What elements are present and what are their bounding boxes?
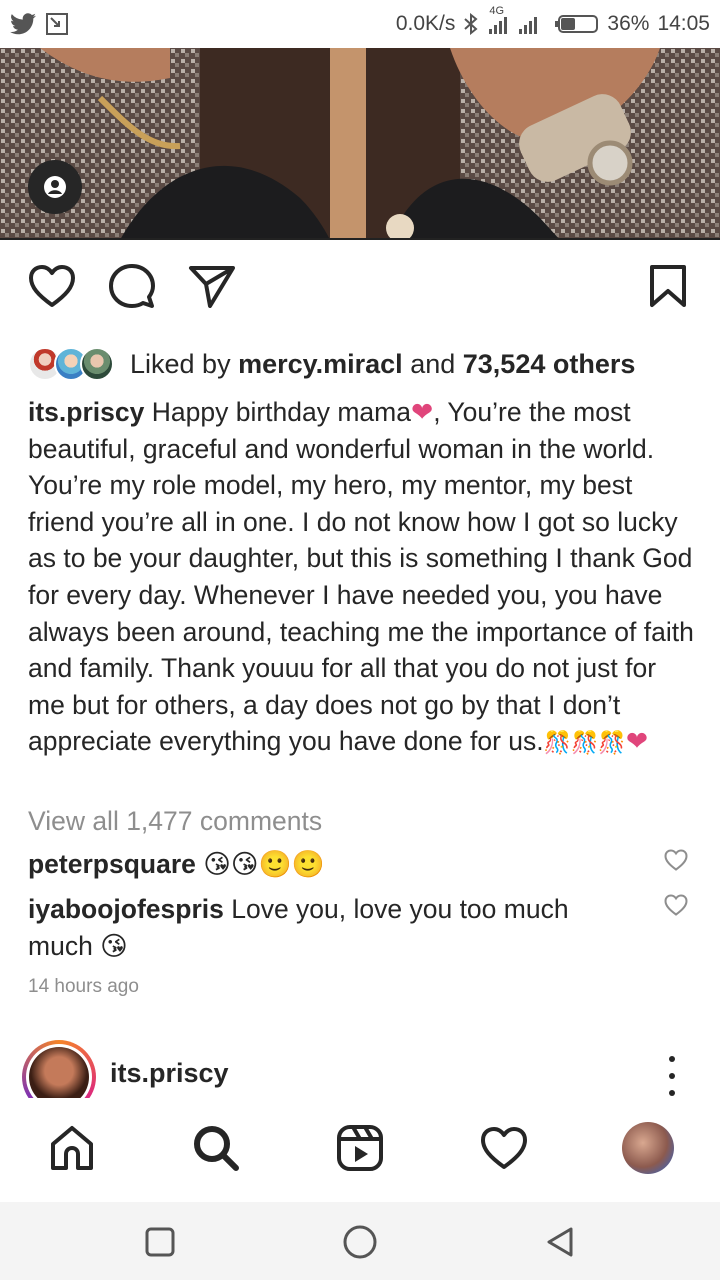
- avatar: [80, 347, 114, 381]
- heart-emoji: ❤: [410, 397, 434, 427]
- dot: [669, 1073, 675, 1079]
- comment-text: 😘😘🙂🙂: [195, 849, 325, 879]
- screenshot-icon: [46, 13, 68, 35]
- post-caption: its.priscy Happy birthday mama❤, You’re …: [28, 394, 698, 762]
- dot: [669, 1056, 675, 1062]
- bottom-navigation: [0, 1098, 720, 1202]
- bookmark-icon: [650, 265, 686, 307]
- reels-icon: [337, 1125, 383, 1171]
- reels-tab[interactable]: [334, 1122, 386, 1174]
- save-button[interactable]: [644, 262, 692, 310]
- tagged-users-button[interactable]: [28, 160, 82, 214]
- comment-item: iyaboojofespris Love you, love you too m…: [28, 891, 628, 964]
- system-navigation-bar: [0, 1202, 720, 1280]
- caption-text: I do not know how I got so lucky as to b…: [28, 506, 694, 757]
- avatar: [622, 1122, 674, 1174]
- heart-icon: [481, 1127, 527, 1169]
- next-post-header: its.priscy: [0, 1036, 720, 1098]
- battery-level: 36%: [607, 12, 650, 35]
- send-icon: [189, 266, 235, 308]
- post-photo: [0, 48, 720, 238]
- bluetooth-icon: [463, 13, 479, 35]
- home-button[interactable]: [342, 1224, 378, 1260]
- likes-summary[interactable]: Liked by mercy.miracl and 73,524 others: [28, 344, 635, 384]
- comment-like-button[interactable]: [662, 891, 690, 919]
- search-tab[interactable]: [190, 1122, 242, 1174]
- post-image[interactable]: [0, 48, 720, 240]
- comment-button[interactable]: [108, 262, 156, 310]
- battery-icon: [555, 13, 599, 35]
- activity-tab[interactable]: [478, 1122, 530, 1174]
- likes-prefix: Liked by: [130, 348, 239, 379]
- status-bar: 0.0K/s 4G 36% 14:05: [0, 0, 720, 48]
- caption-username[interactable]: its.priscy: [28, 397, 144, 427]
- comment-like-button[interactable]: [662, 846, 690, 874]
- twitter-icon: [10, 13, 36, 35]
- triangle-back-icon: [547, 1227, 573, 1257]
- user-icon: [44, 176, 66, 198]
- square-icon: [145, 1227, 175, 1257]
- back-button[interactable]: [542, 1224, 578, 1260]
- likes-count[interactable]: 73,524 others: [463, 349, 636, 380]
- more-options-icon[interactable]: [660, 1056, 684, 1096]
- search-icon: [194, 1126, 239, 1171]
- heart-emoji: ❤: [625, 726, 649, 757]
- heart-icon: [664, 849, 688, 871]
- like-button[interactable]: [28, 262, 76, 310]
- home-tab[interactable]: [46, 1122, 98, 1174]
- comment-username[interactable]: iyaboojofespris: [28, 894, 224, 924]
- clock: 14:05: [657, 12, 710, 35]
- confetti-emoji: 🎊🎊🎊: [543, 730, 626, 756]
- net-speed: 0.0K/s: [395, 12, 456, 35]
- circle-icon: [343, 1225, 377, 1259]
- comment-icon: [109, 264, 155, 308]
- profile-tab[interactable]: [622, 1122, 674, 1174]
- likes-connector: and: [402, 348, 463, 379]
- story-avatar[interactable]: [22, 1040, 96, 1098]
- heart-icon: [29, 265, 75, 307]
- network-type: 4G: [489, 5, 505, 17]
- next-post-username[interactable]: its.priscy: [110, 1058, 229, 1089]
- home-icon: [51, 1126, 93, 1170]
- dot: [669, 1090, 675, 1096]
- liker-avatars: [28, 347, 114, 381]
- signal-icon: 4G: [487, 5, 547, 35]
- comment-username[interactable]: peterpsquare: [28, 849, 196, 879]
- liked-by-user[interactable]: mercy.miracl: [238, 349, 403, 380]
- comment-item: peterpsquare 😘😘🙂🙂: [28, 846, 628, 883]
- view-all-comments-link[interactable]: View all 1,477 comments: [28, 806, 322, 837]
- avatar-ring-inner: [26, 1044, 92, 1098]
- caption-text: Happy birthday mama: [144, 397, 411, 427]
- recents-button[interactable]: [142, 1224, 178, 1260]
- heart-icon: [664, 894, 688, 916]
- avatar: [29, 1047, 89, 1098]
- share-button[interactable]: [188, 262, 236, 310]
- post-actions: [0, 262, 720, 320]
- post-timestamp: 14 hours ago: [28, 976, 139, 997]
